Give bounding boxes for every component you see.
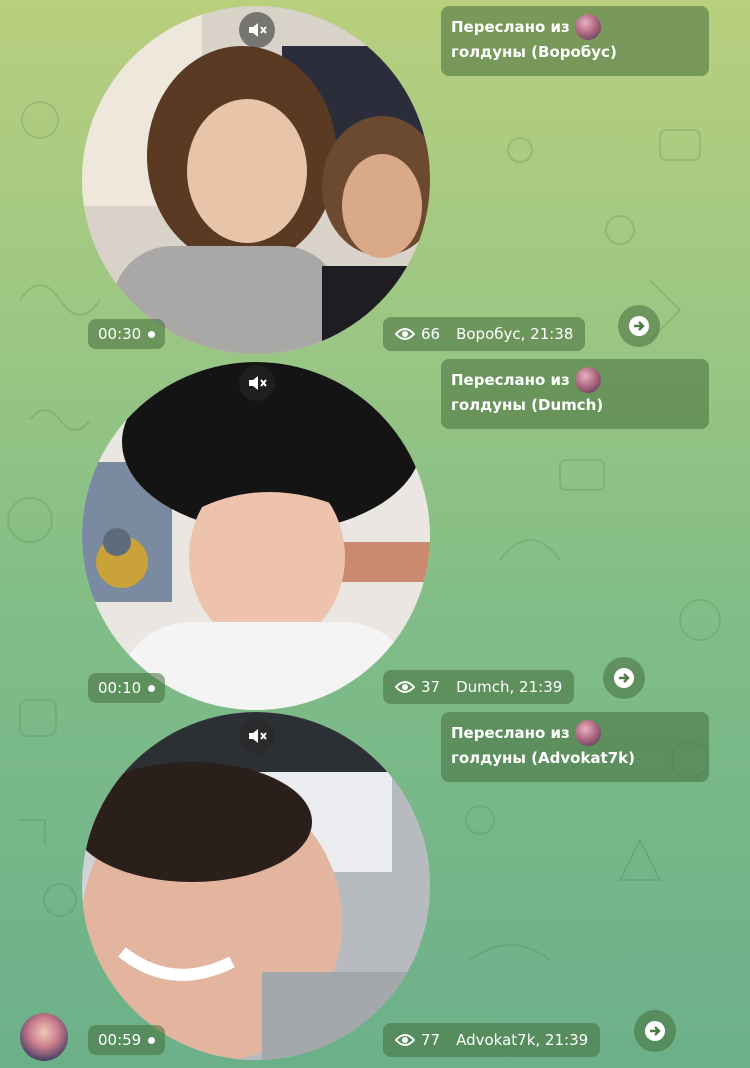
speaker-muted-icon [249, 729, 267, 743]
forwarded-source: голдуны (Dumch) [451, 396, 604, 414]
source-avatar [574, 14, 601, 40]
views-eye-icon [395, 328, 415, 340]
author-and-time: Воробус, 21:38 [456, 325, 574, 343]
share-arrow-icon [614, 668, 634, 688]
share-button[interactable] [634, 1010, 676, 1052]
message-meta: 77 Advokat7k, 21:39 [383, 1023, 601, 1057]
forwarded-from-header[interactable]: Переслано из голдуны (Advokat7k) [441, 712, 709, 782]
speaker-muted-icon [249, 376, 267, 390]
views-count: 77 [421, 1031, 441, 1049]
message-meta: 66 Воробус, 21:38 [383, 317, 586, 351]
duration-text: 00:59 [98, 1031, 142, 1049]
views-count: 37 [421, 678, 441, 696]
forwarded-source: голдуны (Воробус) [451, 43, 617, 61]
views-eye-icon [395, 1034, 415, 1046]
video-note-circle[interactable] [82, 362, 430, 710]
video-duration-badge: 00:59 [88, 1025, 166, 1055]
speaker-muted-icon [249, 23, 267, 37]
video-note-circle[interactable] [82, 712, 430, 1060]
mute-toggle-button[interactable] [239, 12, 275, 48]
author-and-time: Advokat7k, 21:39 [456, 1031, 589, 1049]
video-note-circle[interactable] [82, 6, 430, 354]
recording-dot-icon [148, 330, 156, 338]
share-arrow-icon [629, 316, 649, 336]
recording-dot-icon [148, 1036, 156, 1044]
video-thumbnail-2 [82, 362, 430, 710]
views-count: 66 [421, 325, 441, 343]
source-avatar [574, 367, 601, 393]
forwarded-from-header[interactable]: Переслано из голдуны (Dumch) [441, 359, 709, 429]
source-avatar [574, 720, 601, 746]
duration-text: 00:30 [98, 325, 142, 343]
forwarded-from-header[interactable]: Переслано из голдуны (Воробус) [441, 6, 709, 76]
forwarded-prefix: Переслано из [451, 370, 570, 389]
forwarded-source: голдуны (Advokat7k) [451, 749, 635, 767]
author-and-time: Dumch, 21:39 [456, 678, 563, 696]
forwarded-prefix: Переслано из [451, 17, 570, 36]
video-thumbnail-3 [82, 712, 430, 1060]
recording-dot-icon [148, 684, 156, 692]
share-button[interactable] [618, 305, 660, 347]
mute-toggle-button[interactable] [239, 365, 275, 401]
message-meta: 37 Dumch, 21:39 [383, 670, 575, 704]
share-button[interactable] [603, 657, 645, 699]
views-eye-icon [395, 681, 415, 693]
video-thumbnail-1 [82, 6, 430, 354]
duration-text: 00:10 [98, 679, 142, 697]
forwarded-prefix: Переслано из [451, 723, 570, 742]
sender-avatar[interactable] [20, 1013, 68, 1061]
video-duration-badge: 00:30 [88, 319, 166, 349]
mute-toggle-button[interactable] [239, 718, 275, 754]
video-duration-badge: 00:10 [88, 673, 166, 703]
share-arrow-icon [645, 1021, 665, 1041]
